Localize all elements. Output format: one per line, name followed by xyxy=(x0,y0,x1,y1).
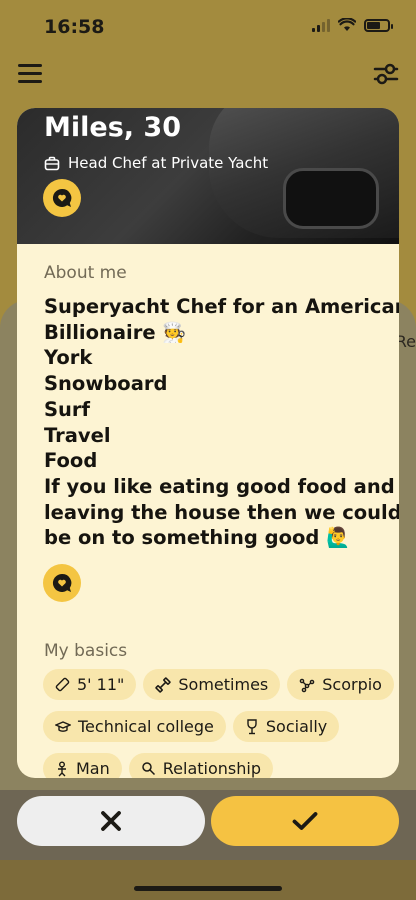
dumbbell-icon xyxy=(155,676,172,693)
comment-about-button[interactable] xyxy=(43,564,81,602)
about-line: Billionaire 🧑‍🍳 xyxy=(44,320,187,344)
checkmark-icon xyxy=(292,812,318,830)
chat-heart-icon xyxy=(52,188,72,207)
basics-chip-height: 5' 11" xyxy=(43,669,137,700)
comment-photo-button[interactable] xyxy=(43,179,81,217)
battery-icon xyxy=(364,18,393,32)
basics-chip-exercise: Sometimes xyxy=(143,669,281,700)
about-text: Superyacht Chef for an American Billiona… xyxy=(44,294,399,551)
wine-glass-icon xyxy=(247,718,257,734)
about-line: Food xyxy=(44,449,98,473)
basics-chip-drinking: Socially xyxy=(232,711,340,742)
briefcase-icon xyxy=(44,156,60,170)
about-line: Travel xyxy=(44,423,111,447)
job-label: Head Chef at Private Yacht xyxy=(68,154,269,172)
basics-chip-looking-for: Relationship xyxy=(128,753,273,778)
filter-icon[interactable] xyxy=(372,60,400,88)
menu-icon[interactable] xyxy=(18,64,42,84)
close-icon xyxy=(101,811,121,831)
pass-button[interactable] xyxy=(17,796,205,846)
zodiac-icon xyxy=(299,678,315,692)
about-line: If you like eating good food and xyxy=(44,474,395,498)
chat-heart-icon xyxy=(52,573,72,592)
basics-chip-zodiac: Scorpio xyxy=(287,669,394,700)
magnifier-icon xyxy=(142,762,155,776)
status-icons xyxy=(312,18,393,32)
profile-job: Head Chef at Private Yacht xyxy=(44,154,268,172)
about-line: leaving the house then we could xyxy=(44,500,399,524)
home-indicator[interactable] xyxy=(134,886,282,891)
status-bar: 16:58 xyxy=(0,0,416,54)
basics-title: My basics xyxy=(44,641,128,661)
profile-photo: Miles, 30 Head Chef at Private Yacht xyxy=(17,108,399,244)
status-time: 16:58 xyxy=(44,16,105,38)
about-line: Snowboard xyxy=(44,372,168,396)
basics-chips: 5' 11" Sometimes Scorpio Technical colle… xyxy=(43,669,394,778)
signal-icon xyxy=(312,18,330,32)
wifi-icon xyxy=(338,18,356,31)
about-line: be on to something good 🙋‍♂️ xyxy=(44,526,351,550)
profile-name: Miles, 30 xyxy=(44,112,181,143)
graduation-cap-icon xyxy=(55,720,71,732)
about-line: Superyacht Chef for an American xyxy=(44,295,399,318)
about-title: About me xyxy=(44,263,127,283)
basics-chip-education: Technical college xyxy=(43,711,226,742)
profile-card[interactable]: Miles, 30 Head Chef at Private Yacht Abo… xyxy=(17,108,399,778)
about-line: Surf xyxy=(44,397,91,421)
ruler-icon xyxy=(55,677,70,692)
gender-icon xyxy=(58,761,66,776)
about-line: York xyxy=(44,346,93,370)
basics-chip-gender: Man xyxy=(43,753,122,778)
like-button[interactable] xyxy=(211,796,399,846)
